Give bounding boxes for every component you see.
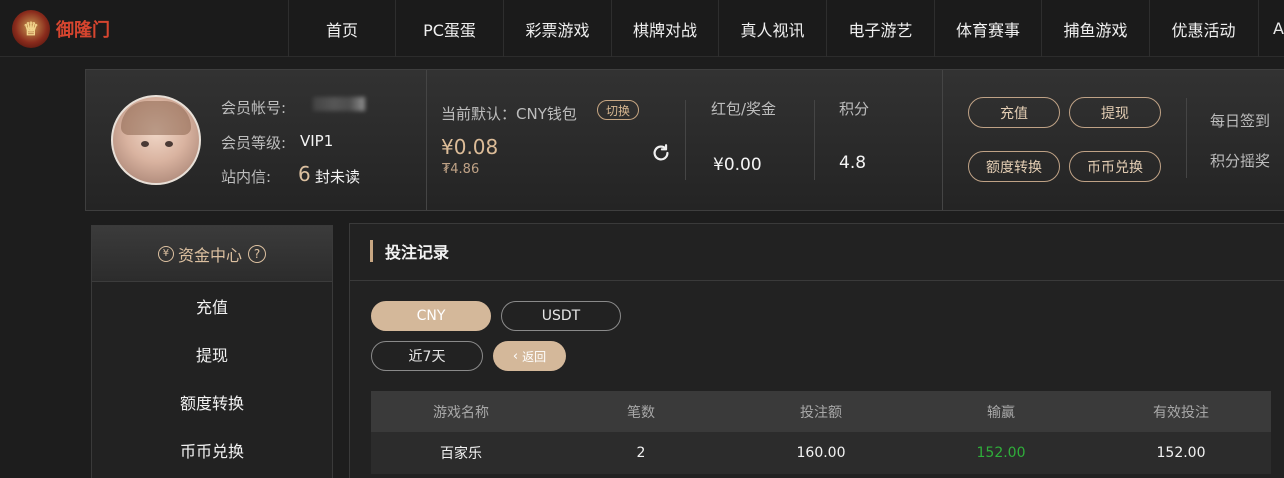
top-nav-bar: ♕ 御隆门 首页 PC蛋蛋 彩票游戏 棋牌对战 真人视讯 电子游艺 体育赛事 捕… bbox=[0, 0, 1284, 57]
col-bet-amount: 投注额 bbox=[800, 404, 842, 421]
sidebar-header: ¥ 资金中心 ? bbox=[92, 226, 332, 282]
account-label: 会员帐号: bbox=[221, 99, 287, 117]
avatar[interactable] bbox=[111, 95, 201, 185]
tab-usdt[interactable]: USDT bbox=[501, 301, 621, 331]
sidebar-item-withdraw[interactable]: 提现 bbox=[92, 330, 332, 378]
brand-logo[interactable]: ♕ 御隆门 bbox=[12, 8, 112, 50]
nav-item-home[interactable]: 首页 bbox=[288, 0, 395, 57]
inbox-label: 站内信: bbox=[221, 168, 272, 186]
level-value: VIP1 bbox=[300, 132, 334, 150]
nav-item-promotions[interactable]: 优惠活动 bbox=[1149, 0, 1257, 57]
col-game-name: 游戏名称 bbox=[433, 404, 489, 421]
logo-emblem-icon: ♕ bbox=[12, 10, 50, 48]
refresh-icon[interactable] bbox=[650, 142, 672, 164]
balance-sub-amount: ₮4.86 bbox=[442, 162, 480, 177]
inbox-count[interactable]: 6 bbox=[298, 162, 311, 186]
sidebar-item-transfer[interactable]: 额度转换 bbox=[92, 378, 332, 426]
cell-win-loss: 152.00 bbox=[976, 445, 1026, 461]
cell-game-name: 百家乐 bbox=[440, 446, 482, 462]
back-label: 返回 bbox=[522, 349, 547, 364]
nav-item-lottery[interactable]: 彩票游戏 bbox=[503, 0, 611, 57]
points-label: 积分 bbox=[839, 100, 870, 118]
withdraw-button[interactable]: 提现 bbox=[1069, 97, 1161, 128]
sidebar-item-recharge[interactable]: 充值 bbox=[92, 282, 332, 330]
fund-center-sidebar: ¥ 资金中心 ? 充值 提现 额度转换 币币兑换 bbox=[91, 225, 333, 478]
balance-amount: ¥0.08 bbox=[441, 135, 499, 159]
points-value: 4.8 bbox=[839, 153, 867, 173]
range-7days-button[interactable]: 近7天 bbox=[371, 341, 483, 371]
inbox-suffix[interactable]: 封未读 bbox=[315, 166, 360, 187]
wallet-label: 当前默认：CNY钱包 bbox=[441, 105, 577, 123]
page-title: 投注记录 bbox=[370, 240, 449, 262]
yen-icon: ¥ bbox=[157, 245, 174, 262]
sidebar-title: 资金中心 bbox=[177, 245, 242, 265]
bonus-label: 红包/奖金 bbox=[711, 100, 777, 118]
table-header: 游戏名称 笔数 投注额 输赢 有效投注 bbox=[371, 391, 1271, 432]
nav-item-pc-egg[interactable]: PC蛋蛋 bbox=[395, 0, 503, 57]
help-icon[interactable]: ? bbox=[248, 244, 266, 263]
back-button[interactable]: ‹ 返回 bbox=[493, 341, 566, 371]
daily-checkin-link[interactable]: 每日签到 bbox=[1210, 110, 1270, 131]
nav-item-chess[interactable]: 棋牌对战 bbox=[611, 0, 718, 57]
account-value-redacted bbox=[313, 97, 365, 111]
points-shake-link[interactable]: 积分摇奖 bbox=[1210, 150, 1270, 171]
col-count: 笔数 bbox=[627, 404, 655, 421]
coin-exchange-button[interactable]: 币币兑换 bbox=[1069, 151, 1161, 182]
level-label: 会员等级: bbox=[221, 134, 287, 152]
col-win-loss: 输赢 bbox=[987, 404, 1015, 421]
bonus-value: ¥0.00 bbox=[713, 155, 762, 175]
table-row: 百家乐 2 160.00 152.00 152.00 bbox=[371, 432, 1271, 474]
title-divider bbox=[350, 280, 1284, 281]
member-panel: 会员帐号: 会员等级: VIP1 站内信: 6 封未读 当前默认：CNY钱包 切… bbox=[85, 69, 1284, 211]
nav-item-fishing[interactable]: 捕鱼游戏 bbox=[1041, 0, 1149, 57]
cell-count: 2 bbox=[636, 445, 646, 461]
bet-records-panel: 投注记录 CNY USDT 近7天 ‹ 返回 游戏名称 笔数 投注额 输赢 有效… bbox=[349, 223, 1284, 478]
switch-wallet-button[interactable]: 切换 bbox=[597, 100, 639, 120]
chevron-left-icon: ‹ bbox=[512, 348, 519, 364]
col-valid-bet: 有效投注 bbox=[1153, 404, 1209, 421]
main-nav: 首页 PC蛋蛋 彩票游戏 棋牌对战 真人视讯 电子游艺 体育赛事 捕鱼游戏 优惠… bbox=[288, 0, 1257, 57]
nav-item-live[interactable]: 真人视讯 bbox=[718, 0, 826, 57]
logo-text: 御隆门 bbox=[56, 20, 110, 41]
cell-bet-amount: 160.00 bbox=[796, 445, 846, 461]
nav-item-sports[interactable]: 体育赛事 bbox=[934, 0, 1041, 57]
nav-item-more[interactable]: A bbox=[1258, 0, 1284, 57]
cell-valid-bet: 152.00 bbox=[1156, 445, 1206, 461]
tab-cny[interactable]: CNY bbox=[371, 301, 491, 331]
sidebar-item-coin-exchange[interactable]: 币币兑换 bbox=[92, 426, 332, 474]
transfer-button[interactable]: 额度转换 bbox=[968, 151, 1060, 182]
recharge-button[interactable]: 充值 bbox=[968, 97, 1060, 128]
nav-item-slots[interactable]: 电子游艺 bbox=[826, 0, 934, 57]
